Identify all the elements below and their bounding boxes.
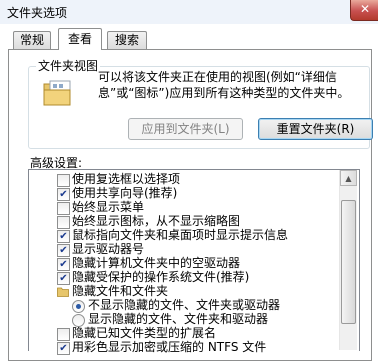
checkbox[interactable] — [57, 328, 70, 341]
checkbox[interactable] — [57, 216, 70, 229]
checkbox-checked[interactable]: ✔ — [57, 258, 70, 271]
list-item-label: 不显示隐藏的文件、文件夹或驱动器 — [88, 298, 281, 312]
folder-icon — [57, 287, 69, 297]
list-item-label: 始终显示图标，从不显示缩略图 — [72, 214, 241, 228]
tab-search[interactable]: 搜索 — [107, 31, 147, 49]
scroll-up-icon[interactable]: ▲ — [340, 170, 357, 186]
window-title: 文件夹选项 — [7, 6, 68, 20]
list-item-label: 显示驱动器号 — [72, 242, 145, 256]
checkbox-checked[interactable]: ✔ — [57, 244, 70, 257]
list-item-label: 隐藏已知文件类型的扩展名 — [72, 326, 217, 340]
checkbox-checked[interactable]: ✔ — [57, 342, 70, 355]
apply-to-folders-button[interactable]: 应用到文件夹(L) — [128, 118, 243, 140]
checkbox-checked[interactable]: ✔ — [57, 188, 70, 201]
list-item-label: 隐藏文件和文件夹 — [72, 284, 169, 298]
list-item-label: 隐藏计算机文件夹中的空驱动器 — [72, 256, 241, 270]
tab-view[interactable]: 查看 — [58, 28, 102, 50]
folder-views-legend: 文件夹视图 — [36, 57, 101, 74]
radio-selected[interactable] — [72, 300, 85, 313]
scroll-thumb[interactable] — [341, 200, 356, 324]
tab-general[interactable]: 常规 — [13, 31, 51, 49]
list-item-label: 用彩色显示加密或压缩的 NTFS 文件 — [72, 340, 267, 354]
tab-strip: 常规 查看 搜索 — [0, 28, 378, 50]
checkbox-checked[interactable]: ✔ — [57, 230, 70, 243]
checkbox[interactable] — [57, 202, 70, 215]
folder-views-icon — [43, 80, 71, 106]
checkbox[interactable] — [57, 174, 70, 187]
list-item-label: 始终显示菜单 — [72, 200, 145, 214]
folder-views-description: 可以将该文件夹正在使用的视图(例如“详细信息”或“图标”)应用到所有这种类型的文… — [98, 70, 350, 100]
checkbox-checked[interactable]: ✔ — [57, 272, 70, 285]
reset-folders-button[interactable]: 重置文件夹(R) — [258, 118, 373, 140]
list-item-label: 显示隐藏的文件、文件夹和驱动器 — [88, 312, 269, 326]
vertical-scrollbar[interactable]: ▲ — [339, 170, 357, 350]
title-bar: 文件夹选项 — [0, 0, 378, 24]
close-button[interactable]: ✕ — [350, 0, 378, 21]
list-item-label: 隐藏受保护的操作系统文件(推荐) — [72, 270, 250, 284]
list-item-label: 使用共享向导(推荐) — [72, 186, 178, 200]
list-item-label: 鼠标指向文件夹和桌面项时显示提示信息 — [72, 228, 289, 242]
list-item-label: 使用复选框以选择项 — [72, 172, 181, 186]
close-icon: ✕ — [359, 2, 371, 16]
